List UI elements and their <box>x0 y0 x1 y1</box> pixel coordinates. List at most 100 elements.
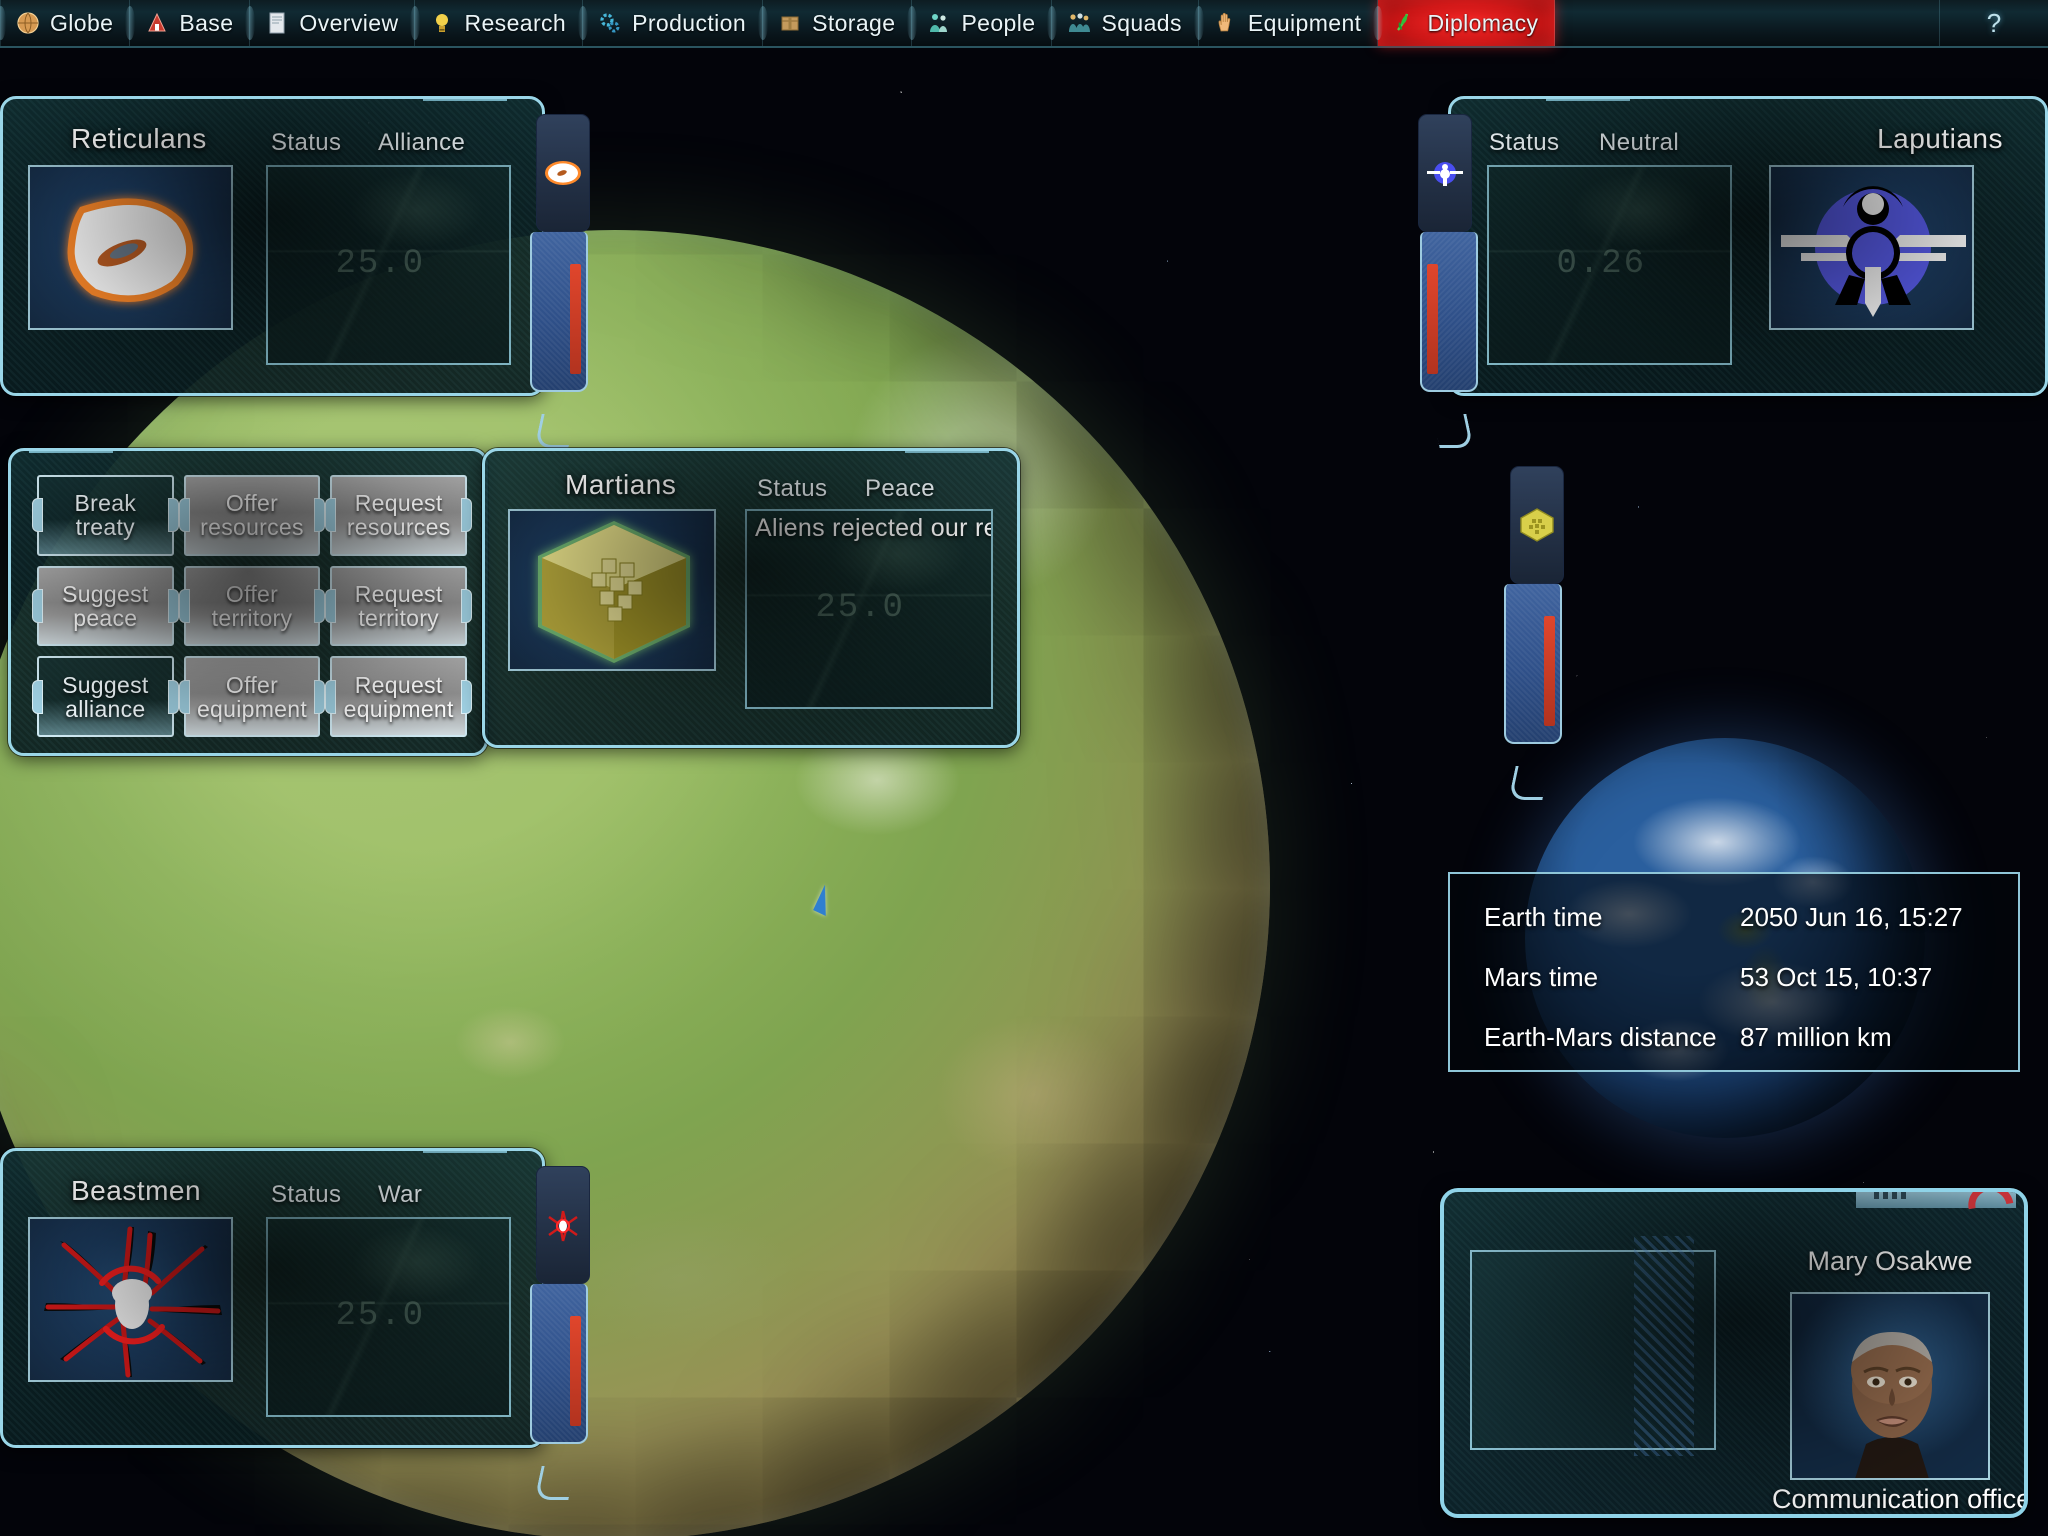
research-icon <box>429 10 455 36</box>
nav-tab-production[interactable]: Production <box>578 0 764 46</box>
button-label-line2: resources <box>346 514 451 541</box>
nav-tab-globe[interactable]: Globe <box>0 0 131 46</box>
faction-sidetab-beastmen[interactable] <box>530 1166 592 1506</box>
button-nub-right <box>461 588 472 623</box>
sidetab-emblem-holder <box>536 114 590 232</box>
faction-emblem-martians <box>508 509 716 671</box>
diplomacy-message-martians: Aliens rejected our request <box>755 514 991 542</box>
equipment-icon <box>1213 10 1239 36</box>
diplomacy-button-offer-resources[interactable]: Offer resources <box>178 475 326 556</box>
faction-panel-laputians[interactable]: Status Neutral Laputians 0.26 <box>1418 96 2048 448</box>
panel-footbar <box>1611 393 1901 396</box>
button-nub-right <box>461 679 472 714</box>
martian-hex-emblem <box>1520 508 1554 542</box>
button-label-line1: Request <box>354 671 443 698</box>
diplomacy-button-break-treaty[interactable]: Break treaty <box>32 475 179 556</box>
button-nub-right <box>167 498 179 533</box>
diplomacy-action-grid: Break treaty Offer resources Request resour… <box>32 475 472 737</box>
nav-tab-label: Storage <box>812 9 896 36</box>
question-mark-icon: ? <box>1986 7 2002 38</box>
sidetab-red-stripe <box>1427 264 1438 374</box>
panel-notch <box>1546 99 1630 101</box>
nav-tab-storage[interactable]: Storage <box>758 0 913 46</box>
faction-screen-reticulans: 25.0 <box>266 165 511 365</box>
diplomacy-button-suggest-peace[interactable]: Suggest peace <box>32 565 179 647</box>
faction-emblem-laputians <box>1769 165 1974 330</box>
reticulan-eye-emblem <box>545 161 581 185</box>
faction-name-beastmen: Beastmen <box>71 1175 202 1206</box>
faction-panel-reticulans[interactable]: Reticulans Status Alliance 25.0 <box>0 96 590 448</box>
screen-ghost-value: 0.26 <box>1556 245 1647 284</box>
button-label-line2: equipment <box>343 695 454 722</box>
help-button[interactable]: ? <box>1940 0 2048 46</box>
button-nub-left <box>178 498 190 533</box>
sidetab-red-stripe <box>570 264 581 374</box>
laputian-winged-orb-emblem <box>1427 162 1463 186</box>
faction-panel-beastmen[interactable]: Beastmen Status War 25.0 <box>0 1148 590 1500</box>
diplomacy-icon <box>1392 10 1418 36</box>
button-label-line1: Break <box>74 490 137 517</box>
button-nub-right <box>461 498 472 533</box>
diplomacy-button-offer-equipment[interactable]: Offer equipment <box>178 656 326 737</box>
main-navigation-bar: Globe Base Overview Research Production … <box>0 0 2048 48</box>
diplomacy-button-request-resources[interactable]: Request resources <box>325 475 472 556</box>
nav-tab-people[interactable]: People <box>907 0 1053 46</box>
sidetab-clip <box>534 1466 576 1500</box>
nav-tab-label: Squads <box>1101 9 1182 36</box>
button-nub-right <box>167 588 179 623</box>
diplomacy-button-offer-territory[interactable]: Offer territory <box>178 565 326 647</box>
sidetab-clip <box>1432 414 1474 448</box>
nav-tab-equipment[interactable]: Equipment <box>1193 0 1379 46</box>
button-nub-right <box>314 588 326 623</box>
mars-time-label: Mars time <box>1484 962 1599 992</box>
diplomacy-button-request-territory[interactable]: Request territory <box>325 565 472 647</box>
button-label-line2: alliance <box>65 695 146 722</box>
faction-sidetab-laputians[interactable] <box>1416 114 1478 454</box>
mars-time-value: 53 Oct 15, 10:37 <box>1740 962 1933 992</box>
nav-tab-label: Globe <box>50 9 114 36</box>
button-nub-left <box>178 679 190 714</box>
earth-time-value: 2050 Jun 16, 15:27 <box>1740 902 1963 932</box>
button-label-line2: treaty <box>75 514 135 541</box>
status-value-beastmen: War <box>378 1181 423 1208</box>
faction-sidetab-martians[interactable] <box>1504 466 1566 806</box>
diplomacy-button-suggest-alliance[interactable]: Suggest alliance <box>32 656 179 737</box>
panel-frame: Mary Osakwe Communication officer <box>1440 1188 2028 1518</box>
button-nub-left <box>32 498 43 533</box>
officer-portrait <box>1790 1292 1990 1480</box>
button-label-line1: Request <box>354 580 443 607</box>
screen-ghost-value: 25.0 <box>335 245 426 284</box>
nav-tab-base[interactable]: Base <box>125 0 251 46</box>
faction-screen-beastmen: 25.0 <box>266 1217 511 1417</box>
button-nub-left <box>178 588 190 623</box>
nav-tab-research[interactable]: Research <box>410 0 584 46</box>
panel-footbar <box>605 745 905 748</box>
base-icon <box>144 10 170 36</box>
faction-name-laputians: Laputians <box>1877 123 2003 154</box>
nav-tab-squads[interactable]: Squads <box>1047 0 1199 46</box>
faction-panel-martians[interactable]: Martians Status Peace 25.0 Aliens reject… <box>482 448 1564 800</box>
panel-notch <box>905 451 989 453</box>
faction-sidetab-reticulans[interactable] <box>530 114 592 454</box>
faction-name-reticulans: Reticulans <box>71 123 207 154</box>
button-label-line1: Offer <box>225 580 279 607</box>
button-label-line1: Request <box>354 490 443 517</box>
nav-tab-diplomacy[interactable]: Diplomacy <box>1373 0 1556 46</box>
panel-footbar <box>113 1445 403 1448</box>
button-nub-left <box>325 679 337 714</box>
communication-officer-panel[interactable]: Mary Osakwe Communication officer <box>1440 1188 2028 1518</box>
earth-mars-distance-value: 87 million km <box>1740 1022 1892 1052</box>
nav-tab-label: Overview <box>299 9 399 36</box>
button-nub-left <box>325 588 337 623</box>
nav-tab-label: Research <box>464 9 567 36</box>
status-label: Status <box>271 1181 342 1208</box>
nav-tab-overview[interactable]: Overview <box>245 0 416 46</box>
sidetab-emblem-holder <box>536 1166 590 1284</box>
button-label-line1: Offer <box>225 490 279 517</box>
panel-frame: Reticulans Status Alliance 25.0 <box>0 96 545 396</box>
button-label-line1: Suggest <box>62 580 149 607</box>
diplomacy-button-request-equipment[interactable]: Request equipment <box>325 656 472 737</box>
sidetab-clip <box>1508 766 1550 800</box>
sidetab-clip <box>534 414 576 448</box>
faction-screen-martians: 25.0 Aliens rejected our request <box>745 509 993 709</box>
